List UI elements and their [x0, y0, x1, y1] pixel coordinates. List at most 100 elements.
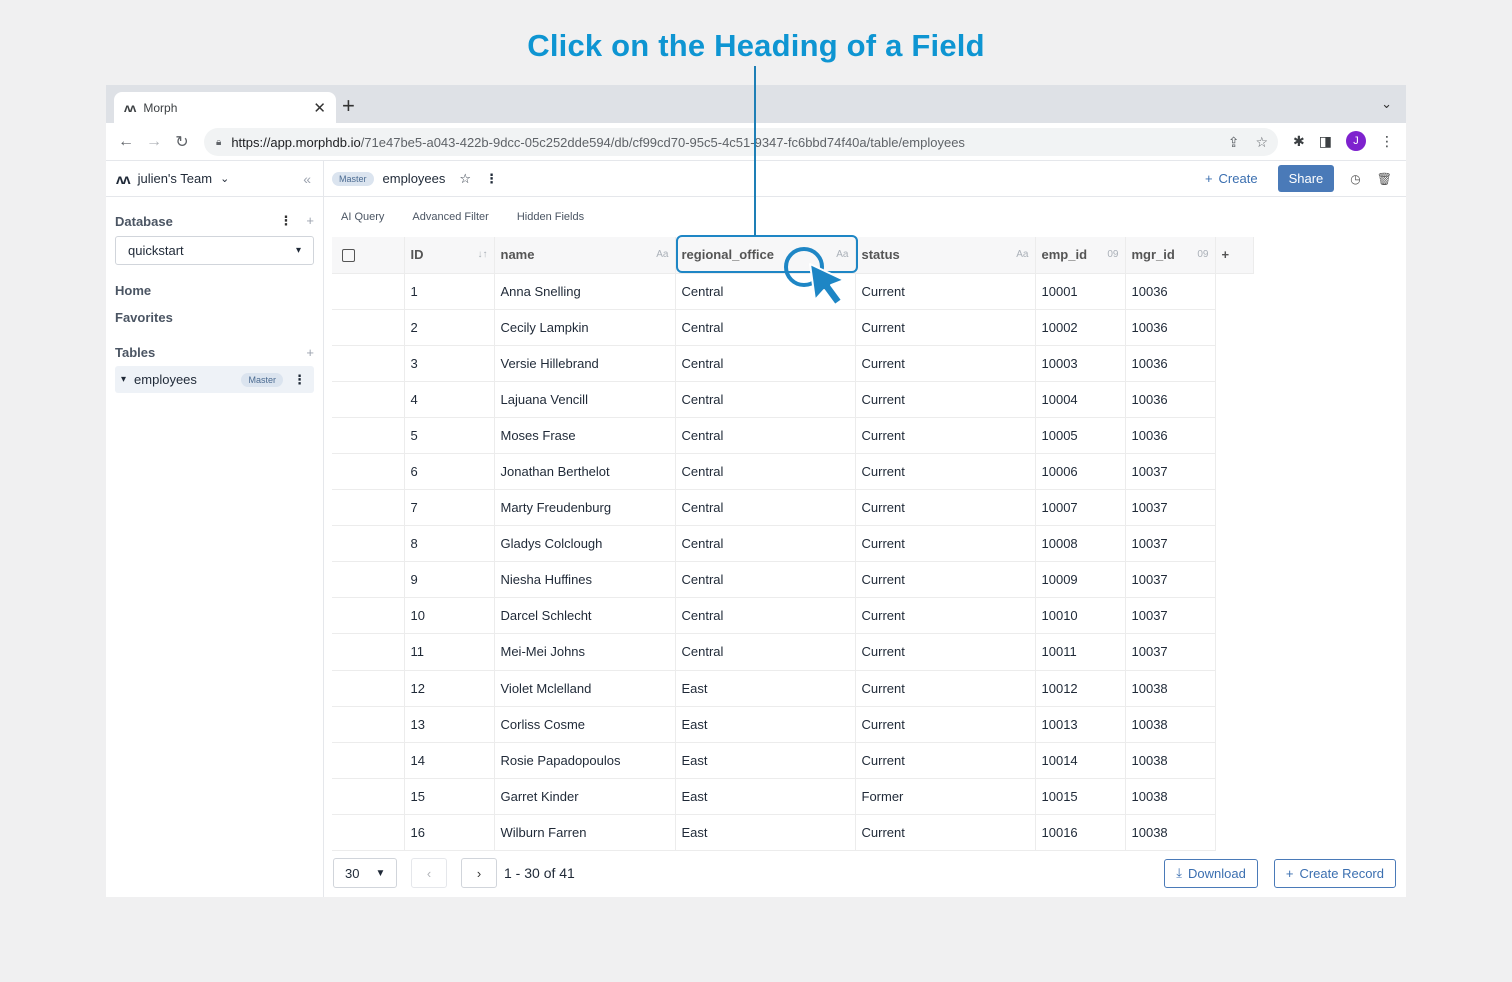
- add-database-icon[interactable]: +: [306, 213, 314, 229]
- share-icon[interactable]: ⇪: [1228, 134, 1240, 151]
- reload-icon[interactable]: ↻: [168, 132, 196, 152]
- table-row[interactable]: 16 Wilburn Farren East Current 10016 10038: [332, 814, 1253, 852]
- create-button[interactable]: + Create: [1205, 171, 1258, 186]
- row-select-cell[interactable]: [332, 633, 405, 671]
- cell-emp-id[interactable]: 10011: [1035, 633, 1126, 671]
- cell-mgr-id[interactable]: 10036: [1125, 273, 1216, 310]
- cell-regional-office[interactable]: Central: [675, 345, 856, 382]
- table-more-icon[interactable]: ⋮: [485, 171, 498, 187]
- bookmark-star-icon[interactable]: ☆: [1255, 134, 1268, 151]
- cell-id[interactable]: 8: [404, 525, 495, 563]
- cell-mgr-id[interactable]: 10038: [1125, 706, 1216, 743]
- cell-status[interactable]: Current: [855, 309, 1036, 346]
- cell-id[interactable]: 11: [404, 633, 495, 671]
- cell-mgr-id[interactable]: 10037: [1125, 489, 1216, 527]
- cell-status[interactable]: Current: [855, 814, 1036, 852]
- cell-regional-office[interactable]: Central: [675, 489, 856, 527]
- cell-emp-id[interactable]: 10006: [1035, 453, 1126, 491]
- table-row[interactable]: 12 Violet Mclelland East Current 10012 10038: [332, 670, 1253, 707]
- table-row[interactable]: 10 Darcel Schlecht Central Current 10010 1003…: [332, 597, 1253, 635]
- close-icon[interactable]: ✕: [313, 99, 326, 117]
- cell-name[interactable]: Jonathan Berthelot: [494, 453, 676, 491]
- prev-page-button[interactable]: ‹: [411, 858, 447, 888]
- cell-name[interactable]: Niesha Huffines: [494, 561, 676, 599]
- chevron-down-icon[interactable]: ⌄: [1381, 96, 1392, 112]
- cell-status[interactable]: Current: [855, 417, 1036, 454]
- trash-icon[interactable]: 🗑︎: [1377, 172, 1392, 186]
- cell-id[interactable]: 10: [404, 597, 495, 635]
- cell-regional-office[interactable]: Central: [675, 525, 856, 563]
- row-select-cell[interactable]: [332, 345, 405, 382]
- collapse-sidebar-icon[interactable]: «: [303, 171, 311, 187]
- create-record-button[interactable]: + Create Record: [1273, 858, 1396, 888]
- row-select-cell[interactable]: [332, 742, 405, 779]
- tab-ai-query[interactable]: AI Query: [341, 211, 384, 223]
- cell-name[interactable]: Moses Frase: [494, 417, 676, 454]
- cell-mgr-id[interactable]: 10036: [1125, 417, 1216, 454]
- cell-id[interactable]: 12: [404, 670, 495, 707]
- table-row[interactable]: 13 Corliss Cosme East Current 10013 10038: [332, 706, 1253, 743]
- cell-regional-office[interactable]: East: [675, 778, 856, 815]
- cell-mgr-id[interactable]: 10038: [1125, 814, 1216, 852]
- cell-mgr-id[interactable]: 10038: [1125, 742, 1216, 779]
- sidebar-item-home[interactable]: Home: [106, 283, 323, 298]
- cell-status[interactable]: Current: [855, 742, 1036, 779]
- history-icon[interactable]: ◷: [1350, 172, 1360, 186]
- cell-emp-id[interactable]: 10002: [1035, 309, 1126, 346]
- cell-status[interactable]: Current: [855, 453, 1036, 491]
- side-panel-icon[interactable]: ◨: [1319, 133, 1332, 150]
- back-icon[interactable]: ←: [112, 133, 140, 151]
- cell-emp-id[interactable]: 10009: [1035, 561, 1126, 599]
- cell-id[interactable]: 4: [404, 381, 495, 418]
- cell-regional-office[interactable]: Central: [675, 381, 856, 418]
- cell-name[interactable]: Anna Snelling: [494, 273, 676, 310]
- cell-regional-office[interactable]: Central: [675, 597, 856, 635]
- table-row[interactable]: 9 Niesha Huffines Central Current 10009 10037: [332, 561, 1253, 599]
- team-switcher[interactable]: ʌʌ julien's Team ⌄ «: [106, 161, 323, 197]
- row-select-cell[interactable]: [332, 489, 405, 527]
- cell-emp-id[interactable]: 10004: [1035, 381, 1126, 418]
- database-select[interactable]: quickstart ▾: [115, 236, 314, 265]
- cell-emp-id[interactable]: 10012: [1035, 670, 1126, 707]
- row-select-cell[interactable]: [332, 706, 405, 743]
- table-more-icon[interactable]: ⋮: [293, 372, 306, 388]
- cell-id[interactable]: 16: [404, 814, 495, 852]
- cell-id[interactable]: 9: [404, 561, 495, 599]
- cell-regional-office[interactable]: Central: [675, 453, 856, 491]
- cell-name[interactable]: Corliss Cosme: [494, 706, 676, 743]
- cell-mgr-id[interactable]: 10038: [1125, 778, 1216, 815]
- cell-name[interactable]: Garret Kinder: [494, 778, 676, 815]
- cell-id[interactable]: 14: [404, 742, 495, 779]
- cell-mgr-id[interactable]: 10037: [1125, 633, 1216, 671]
- page-size-select[interactable]: 30 ▼: [333, 858, 397, 888]
- chevron-down-icon[interactable]: ▾: [121, 374, 126, 385]
- cell-regional-office[interactable]: Central: [675, 633, 856, 671]
- cell-emp-id[interactable]: 10013: [1035, 706, 1126, 743]
- cell-emp-id[interactable]: 10010: [1035, 597, 1126, 635]
- row-select-cell[interactable]: [332, 453, 405, 491]
- column-header-id[interactable]: ID ↓↑: [404, 237, 495, 274]
- cell-id[interactable]: 6: [404, 453, 495, 491]
- cell-name[interactable]: Violet Mclelland: [494, 670, 676, 707]
- sidebar-item-employees[interactable]: ▾ employees Master ⋮: [115, 366, 314, 393]
- url-field[interactable]: 🔒︎ https://app.morphdb.io/71e47be5-a043-…: [204, 128, 1278, 156]
- cell-status[interactable]: Current: [855, 670, 1036, 707]
- add-column-icon[interactable]: +: [1215, 237, 1254, 274]
- table-row[interactable]: 6 Jonathan Berthelot Central Current 10006 10…: [332, 453, 1253, 491]
- table-row[interactable]: 5 Moses Frase Central Current 10005 10036: [332, 417, 1253, 454]
- cell-name[interactable]: Mei-Mei Johns: [494, 633, 676, 671]
- cell-status[interactable]: Current: [855, 597, 1036, 635]
- row-select-cell[interactable]: [332, 670, 405, 707]
- table-row[interactable]: 11 Mei-Mei Johns Central Current 10011 10037: [332, 633, 1253, 671]
- cell-regional-office[interactable]: Central: [675, 561, 856, 599]
- row-select-cell[interactable]: [332, 381, 405, 418]
- cell-status[interactable]: Former: [855, 778, 1036, 815]
- cell-id[interactable]: 13: [404, 706, 495, 743]
- cell-id[interactable]: 15: [404, 778, 495, 815]
- tab-hidden-fields[interactable]: Hidden Fields: [517, 211, 584, 223]
- cell-mgr-id[interactable]: 10038: [1125, 670, 1216, 707]
- extensions-icon[interactable]: ✱: [1293, 133, 1305, 150]
- row-select-cell[interactable]: [332, 417, 405, 454]
- cell-name[interactable]: Darcel Schlecht: [494, 597, 676, 635]
- row-select-cell[interactable]: [332, 273, 405, 310]
